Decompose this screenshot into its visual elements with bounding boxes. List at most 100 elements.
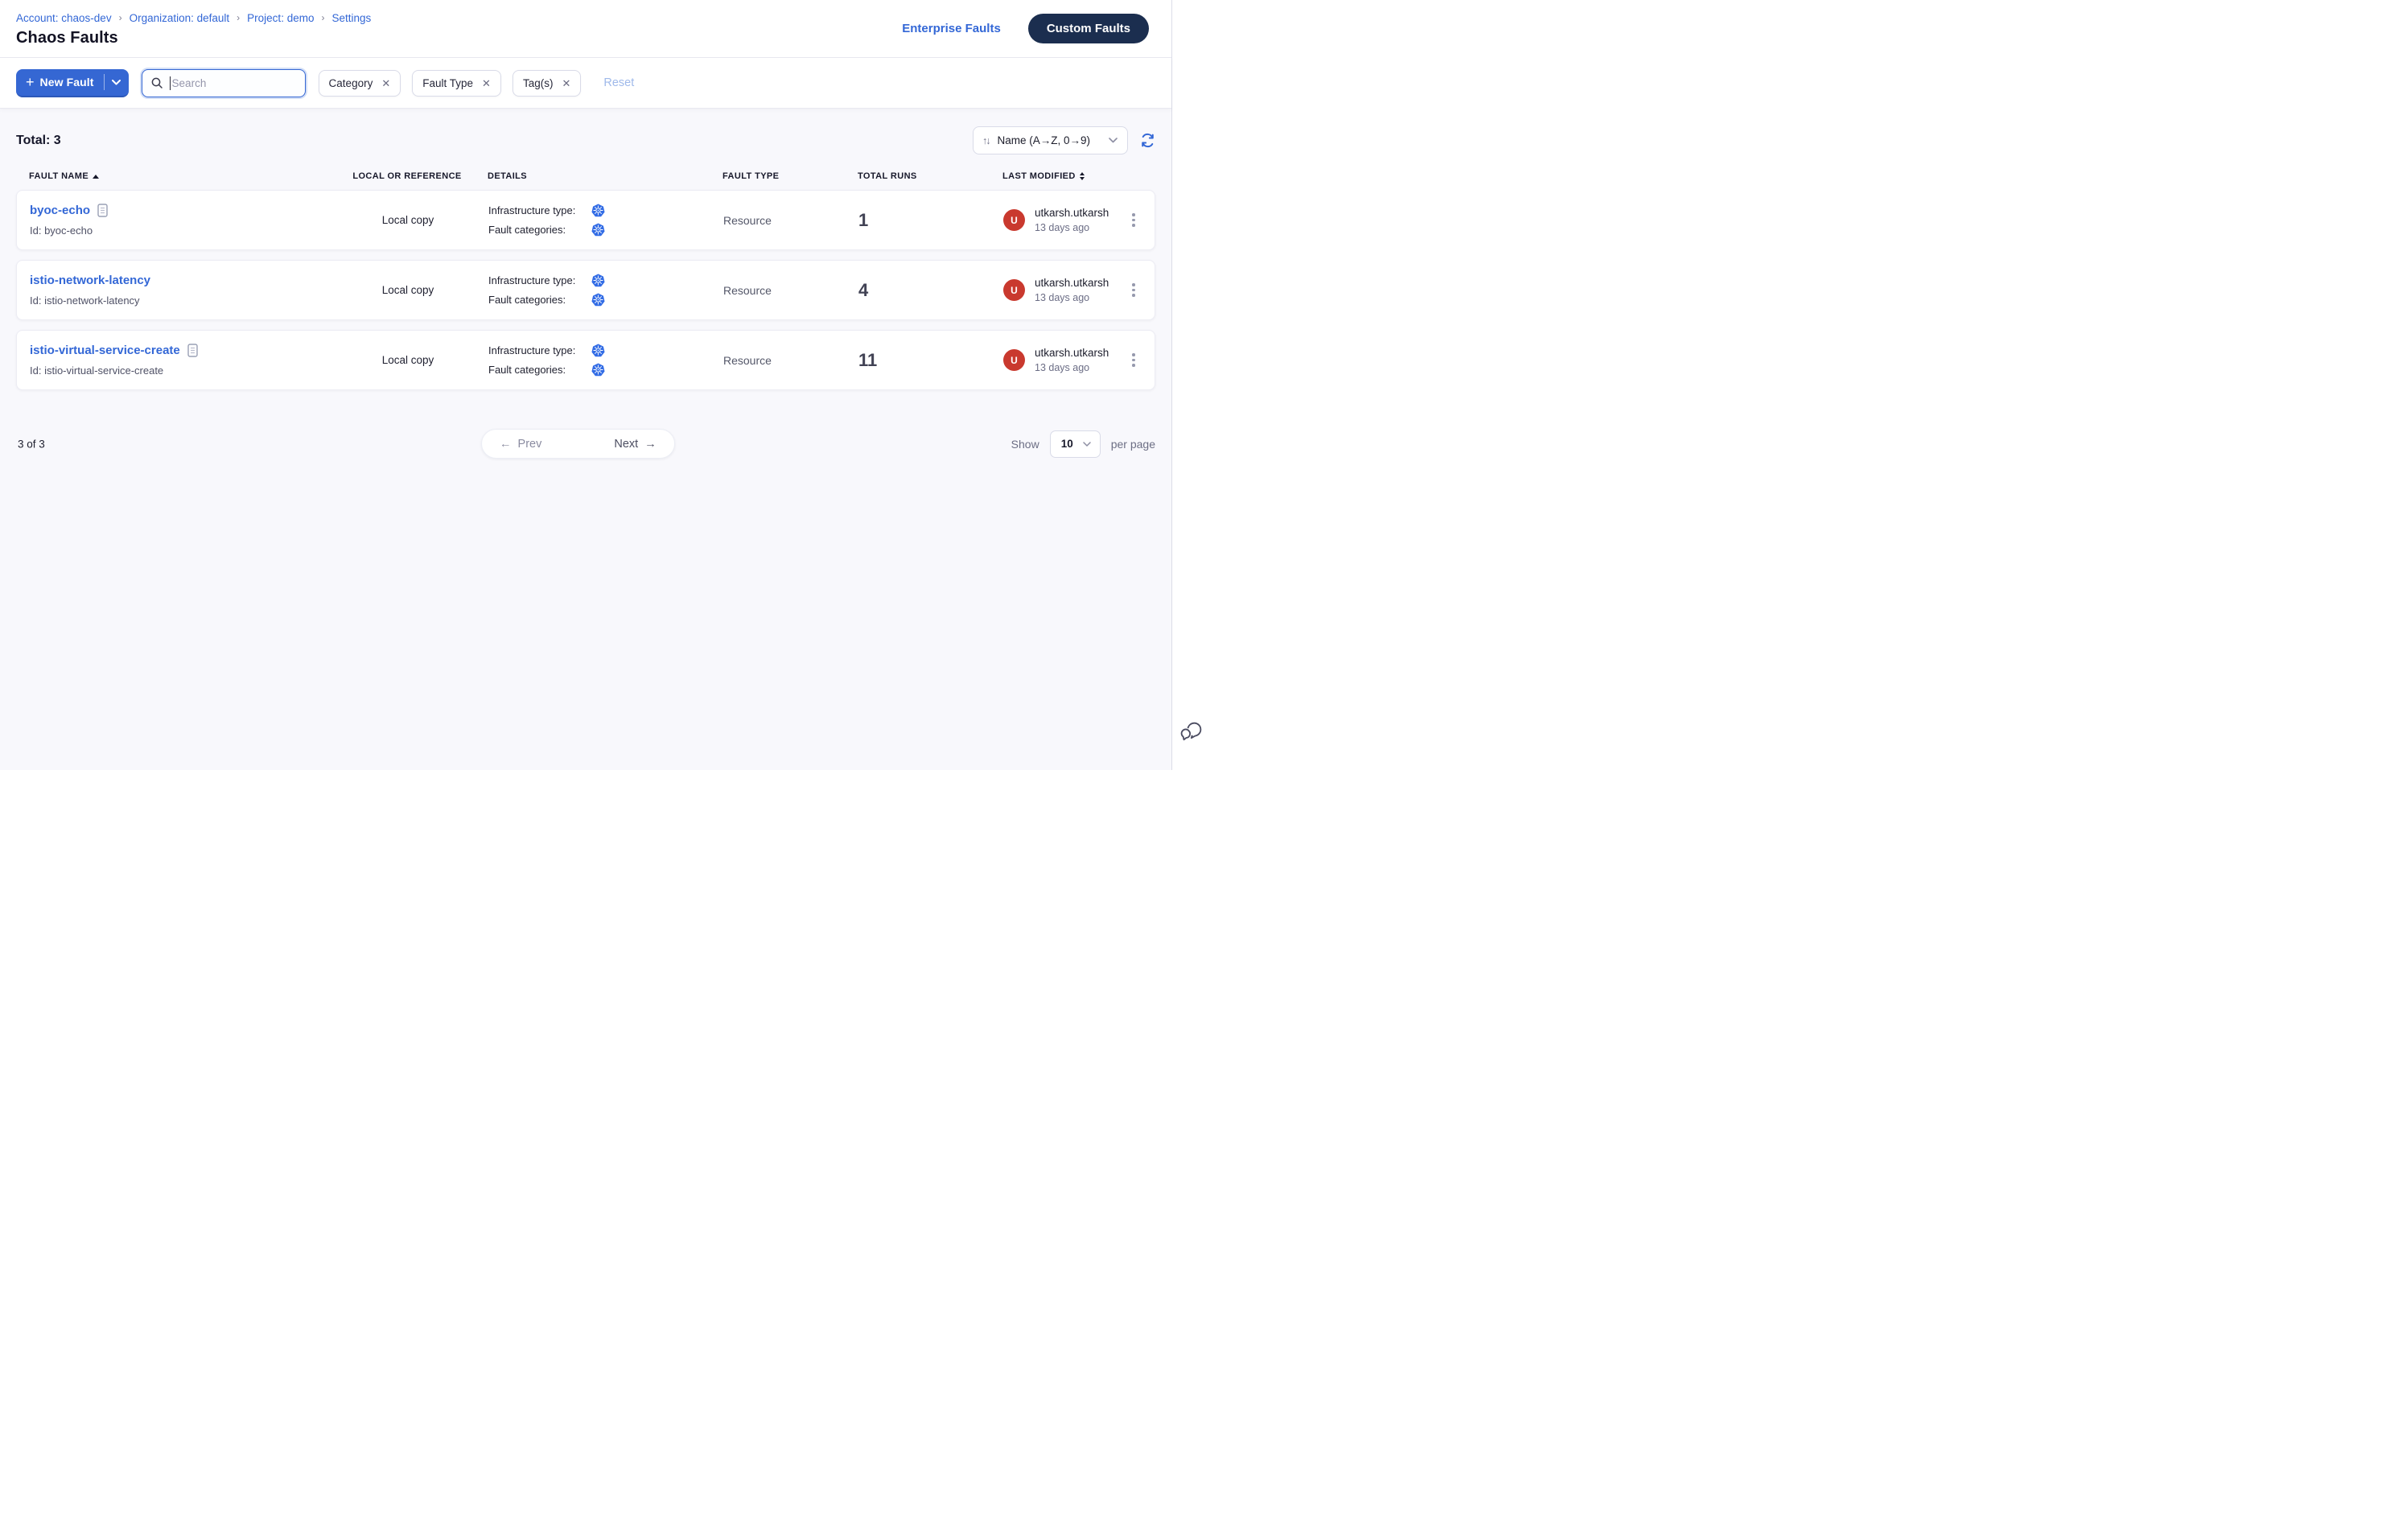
fault-name-link[interactable]: byoc-echo [30,204,90,217]
last-modified-cell: U utkarsh.utkarsh 13 days ago [1003,347,1116,373]
kebab-menu-icon[interactable] [1119,348,1148,372]
kebab-menu-icon[interactable] [1119,278,1148,302]
chevron-down-icon [1109,138,1118,143]
page-title: Chaos Faults [16,29,371,47]
sort-arrows-icon: ↑↓ [982,135,990,146]
modified-by-user: utkarsh.utkarsh [1035,207,1109,219]
last-modified-cell: U utkarsh.utkarsh 13 days ago [1003,277,1116,303]
per-page-label: per page [1111,438,1155,451]
page-summary: 3 of 3 [18,438,45,450]
filter-chip-tags[interactable]: Tag(s) ✕ [512,70,581,97]
total-runs-value: 1 [858,210,1003,231]
prev-page-button[interactable]: ← Prev [482,430,558,458]
kubernetes-icon [591,344,606,357]
search-icon [150,76,163,89]
table-row: istio-network-latency Id: istio-network-… [16,260,1155,320]
total-count: Total: 3 [16,134,61,148]
kubernetes-icon [591,204,606,217]
total-runs-value: 4 [858,280,1003,301]
filter-chip-fault-type[interactable]: Fault Type ✕ [412,70,501,97]
arrow-left-icon: ← [500,438,512,451]
fault-id: Id: istio-network-latency [30,294,327,307]
column-fault-type: FAULT TYPE [710,171,858,181]
page-size-select[interactable]: 10 [1050,430,1101,458]
close-icon[interactable]: ✕ [381,78,390,89]
page-header: Account: chaos-dev › Organization: defau… [0,0,1171,58]
filter-chip-category[interactable]: Category ✕ [319,70,401,97]
fault-name-link[interactable]: istio-virtual-service-create [30,344,180,357]
fault-details: Infrastructure type: Fault categories: [488,274,710,307]
kebab-menu-icon[interactable] [1119,208,1148,232]
toolbar: + New Fault Category ✕ [0,58,1171,109]
plus-icon: + [26,75,35,89]
button-divider [104,74,105,90]
breadcrumb-settings[interactable]: Settings [331,12,371,24]
breadcrumb-account[interactable]: Account: chaos-dev [16,12,112,24]
breadcrumb: Account: chaos-dev › Organization: defau… [16,12,371,24]
last-modified-cell: U utkarsh.utkarsh 13 days ago [1003,207,1116,233]
modified-time: 13 days ago [1035,292,1109,303]
chevron-down-icon [1083,442,1091,447]
sort-dropdown[interactable]: ↑↓ Name (A→Z, 0→9) [973,126,1128,154]
infrastructure-type-label: Infrastructure type: [488,344,591,356]
right-gutter [1171,0,1202,770]
local-or-reference-value: Local copy [327,284,488,296]
fault-type-value: Resource [710,284,858,297]
custom-faults-button[interactable]: Custom Faults [1028,14,1149,43]
breadcrumb-project[interactable]: Project: demo [247,12,314,24]
fault-id: Id: byoc-echo [30,224,327,237]
column-local-or-reference: LOCAL OR REFERENCE [327,171,488,181]
kubernetes-icon [591,274,606,287]
fault-list-area: Total: 3 ↑↓ Name (A→Z, 0→9) [0,109,1171,770]
kubernetes-icon [591,223,606,237]
search-box[interactable] [142,69,306,97]
infrastructure-type-label: Infrastructure type: [488,274,591,286]
sort-both-icon [1080,172,1085,180]
fault-categories-label: Fault categories: [488,224,591,236]
copy-icon[interactable] [187,344,198,357]
infrastructure-type-label: Infrastructure type: [488,204,591,216]
breadcrumb-separator: › [321,12,324,23]
chaos-faults-page: Account: chaos-dev › Organization: defau… [0,0,1202,770]
fault-categories-label: Fault categories: [488,364,591,376]
modified-by-user: utkarsh.utkarsh [1035,347,1109,359]
copy-icon[interactable] [97,204,108,217]
pagination: 3 of 3 ← Prev 1 Next → Show 10 [16,429,1155,459]
close-icon[interactable]: ✕ [562,78,570,89]
close-icon[interactable]: ✕ [482,78,491,89]
fault-details: Infrastructure type: Fault categories: [488,344,710,377]
kubernetes-icon [591,363,606,377]
arrow-right-icon: → [644,438,657,451]
fault-type-value: Resource [710,354,858,367]
breadcrumb-organization[interactable]: Organization: default [130,12,230,24]
column-fault-name[interactable]: FAULT NAME [29,171,327,181]
new-fault-button[interactable]: + New Fault [16,69,129,97]
chat-bubbles-icon[interactable] [1178,722,1202,743]
avatar: U [1003,209,1025,231]
total-runs-value: 11 [858,350,1003,371]
fault-name-link[interactable]: istio-network-latency [30,274,150,287]
fault-id: Id: istio-virtual-service-create [30,364,327,377]
reset-filters-button[interactable]: Reset [603,76,634,89]
kubernetes-icon [591,293,606,307]
local-or-reference-value: Local copy [327,214,488,226]
column-total-runs: TOTAL RUNS [858,171,1002,181]
table-row: byoc-echo Id: byoc-echo Local copy Infra… [16,190,1155,250]
fault-details: Infrastructure type: Fault categories: [488,204,710,237]
table-row: istio-virtual-service-create Id: istio-v… [16,330,1155,390]
chevron-down-icon[interactable] [112,80,121,85]
avatar: U [1003,279,1025,301]
modified-by-user: utkarsh.utkarsh [1035,277,1109,289]
modified-time: 13 days ago [1035,222,1109,233]
modified-time: 13 days ago [1035,362,1109,373]
search-input[interactable] [171,77,297,89]
sort-asc-icon [93,175,99,179]
next-page-button[interactable]: Next → [598,430,673,458]
column-details: DETAILS [488,171,710,181]
page-number-button[interactable]: 1 [558,430,598,458]
refresh-icon[interactable] [1140,133,1155,148]
table-header-row: FAULT NAME LOCAL OR REFERENCE DETAILS FA… [16,154,1155,190]
enterprise-faults-link[interactable]: Enterprise Faults [902,22,1001,35]
avatar: U [1003,349,1025,371]
column-last-modified[interactable]: LAST MODIFIED [1002,171,1117,181]
